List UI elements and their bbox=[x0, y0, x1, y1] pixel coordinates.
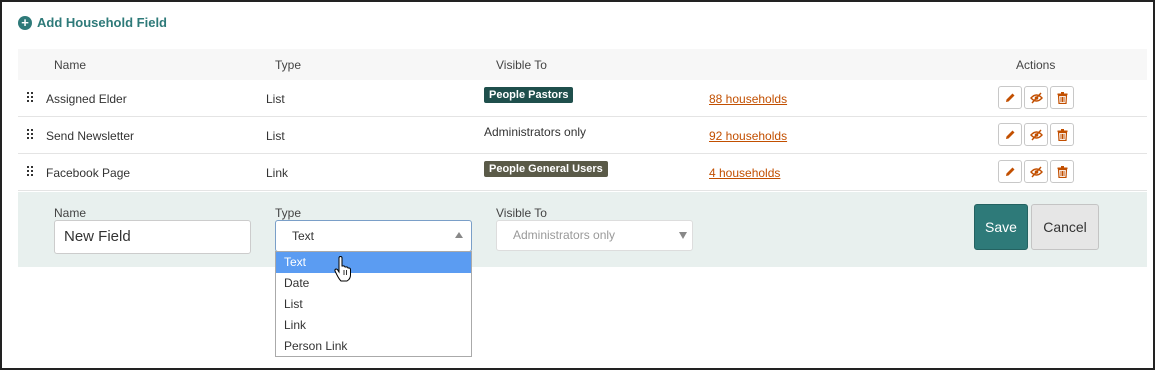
drag-handle-icon[interactable] bbox=[27, 92, 35, 103]
field-type: List bbox=[266, 92, 285, 106]
add-household-field-label: Add Household Field bbox=[37, 15, 167, 30]
field-type: List bbox=[266, 129, 285, 143]
caret-up-icon bbox=[455, 232, 463, 238]
delete-button[interactable] bbox=[1050, 123, 1074, 146]
header-type: Type bbox=[275, 58, 302, 72]
caret-down-icon bbox=[679, 232, 687, 239]
visible-to-badge: People General Users bbox=[484, 161, 608, 177]
pencil-icon bbox=[1006, 167, 1015, 176]
type-option[interactable]: Date bbox=[276, 273, 471, 294]
drag-handle-icon[interactable] bbox=[27, 129, 35, 140]
table-row: Assigned Elder List People Pastors 88 ho… bbox=[18, 80, 1147, 117]
edit-button[interactable] bbox=[998, 160, 1022, 183]
header-actions: Actions bbox=[1016, 58, 1056, 72]
table-header: Name Type Visible To Actions bbox=[18, 49, 1147, 80]
edit-button[interactable] bbox=[998, 123, 1022, 146]
type-option[interactable]: Text bbox=[276, 252, 471, 273]
visible-to-text: Administrators only bbox=[484, 125, 587, 139]
eye-slash-icon bbox=[1029, 92, 1043, 103]
trash-icon bbox=[1057, 91, 1067, 104]
hand-pointer-cursor-icon bbox=[334, 256, 351, 282]
pencil-icon bbox=[1006, 130, 1015, 139]
delete-button[interactable] bbox=[1050, 86, 1074, 109]
page-frame: + Add Household Field Name Type Visible … bbox=[0, 0, 1155, 370]
plus-circle-icon: + bbox=[18, 15, 32, 30]
table-row: Send Newsletter List Administrators only… bbox=[18, 117, 1147, 154]
visible-to-badge: People Pastors bbox=[484, 87, 574, 103]
type-option[interactable]: Person Link bbox=[276, 336, 471, 357]
cancel-button[interactable]: Cancel bbox=[1031, 204, 1099, 250]
row-actions bbox=[998, 123, 1074, 146]
table-row: Facebook Page Link People General Users … bbox=[18, 154, 1147, 191]
type-select[interactable]: Text bbox=[275, 220, 472, 252]
type-dropdown-list: Text Date List Link Person Link bbox=[275, 251, 472, 357]
type-label: Type bbox=[275, 206, 302, 220]
households-link[interactable]: 4 households bbox=[709, 166, 780, 180]
households-link[interactable]: 92 households bbox=[709, 129, 787, 143]
pencil-icon bbox=[1006, 93, 1015, 102]
visible-to-select-value: Administrators only bbox=[513, 228, 616, 242]
type-option[interactable]: Link bbox=[276, 315, 471, 336]
delete-button[interactable] bbox=[1050, 160, 1074, 183]
save-button[interactable]: Save bbox=[974, 204, 1028, 250]
header-name: Name bbox=[54, 58, 87, 72]
hide-button[interactable] bbox=[1024, 86, 1048, 109]
row-actions bbox=[998, 160, 1074, 183]
edit-button[interactable] bbox=[998, 86, 1022, 109]
row-actions bbox=[998, 86, 1074, 109]
field-name: Facebook Page bbox=[46, 166, 131, 180]
field-type: Link bbox=[266, 166, 289, 180]
visible-to-select[interactable]: Administrators only bbox=[496, 220, 693, 251]
name-label: Name bbox=[54, 206, 87, 220]
type-select-value: Text bbox=[292, 229, 315, 243]
hide-button[interactable] bbox=[1024, 160, 1048, 183]
field-name: Send Newsletter bbox=[46, 129, 135, 143]
visible-to-label: Visible To bbox=[496, 206, 547, 220]
name-input[interactable]: New Field bbox=[54, 220, 251, 254]
add-household-field-link[interactable]: + Add Household Field bbox=[18, 15, 167, 30]
header-visible-to: Visible To bbox=[496, 58, 547, 72]
hide-button[interactable] bbox=[1024, 123, 1048, 146]
trash-icon bbox=[1057, 165, 1067, 178]
households-link[interactable]: 88 households bbox=[709, 92, 787, 106]
household-fields-table: Name Type Visible To Actions Assigned El… bbox=[18, 49, 1147, 191]
drag-handle-icon[interactable] bbox=[27, 166, 35, 177]
field-name: Assigned Elder bbox=[46, 92, 127, 106]
trash-icon bbox=[1057, 128, 1067, 141]
new-field-form: Name New Field Type Text Visible To Admi… bbox=[18, 192, 1147, 267]
type-option[interactable]: List bbox=[276, 294, 471, 315]
eye-slash-icon bbox=[1029, 166, 1043, 177]
eye-slash-icon bbox=[1029, 129, 1043, 140]
